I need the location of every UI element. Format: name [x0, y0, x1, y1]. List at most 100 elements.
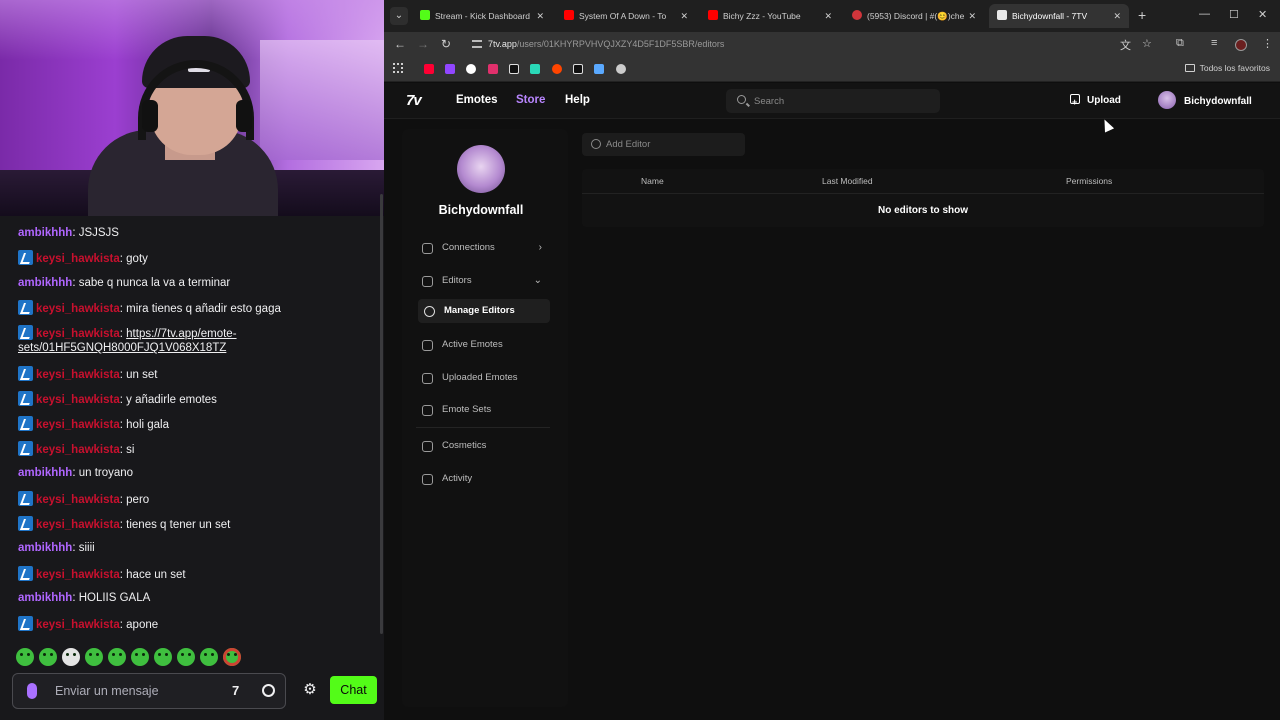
all-bookmarks-folder[interactable]: Todos los favoritos: [1184, 63, 1270, 73]
nav-store[interactable]: Store: [516, 94, 545, 106]
minimize-icon[interactable]: —: [1199, 8, 1210, 20]
emoji-icon[interactable]: [262, 684, 275, 697]
browser-tab[interactable]: Stream - Kick Dashboard ✕: [412, 4, 552, 28]
close-icon[interactable]: ✕: [536, 4, 544, 28]
chat-link[interactable]: https://7tv.app/emote-: [126, 328, 236, 340]
sidebar-divider: [416, 427, 550, 428]
emote-icon[interactable]: [223, 648, 241, 666]
chat-scrollbar[interactable]: [380, 194, 383, 634]
tab-search-chevron-icon[interactable]: ⌄: [390, 7, 408, 25]
emote-icon[interactable]: [108, 648, 126, 666]
seventv-emote-menu-icon[interactable]: 7: [232, 683, 239, 698]
emote-icon[interactable]: [16, 648, 34, 666]
seventv-page: 7v Emotes Store Help Upload Bichydownfal…: [384, 83, 1280, 720]
bookmark-instagram-icon[interactable]: [488, 64, 498, 74]
nav-help[interactable]: Help: [565, 94, 590, 106]
chat-link[interactable]: sets/01HF5GNQH8000FJQ1V068X18TZ: [18, 342, 226, 354]
search-icon: [737, 95, 746, 104]
bookmark-google-icon[interactable]: [466, 64, 476, 74]
search-input[interactable]: [754, 93, 934, 109]
folder-icon: [1184, 64, 1195, 72]
bookmark-site-icon[interactable]: [530, 64, 540, 74]
media-controls-icon[interactable]: ≡: [1211, 37, 1217, 49]
browser-tab[interactable]: Bichy Zzz - YouTube ✕: [700, 4, 840, 28]
activity-icon: [422, 474, 433, 485]
address-bar[interactable]: 7tv.app/users/01KHYRPVHVQJXZY4D5F1DF5SBR…: [466, 34, 1156, 54]
close-icon[interactable]: ✕: [968, 4, 976, 28]
sidebar-item-activity[interactable]: Activity: [416, 467, 550, 491]
emote-icon[interactable]: [131, 648, 149, 666]
bookmark-youtube-icon[interactable]: [424, 64, 434, 74]
browser-tab[interactable]: (5953) Discord | #(😊)che ✕: [844, 4, 984, 28]
moderator-badge-icon: [18, 391, 33, 406]
kick-favicon-icon: [420, 10, 430, 20]
moderator-badge-icon: [18, 566, 33, 581]
sidebar-item-uploaded-emotes[interactable]: Uploaded Emotes: [416, 366, 550, 390]
close-icon[interactable]: ✕: [824, 4, 832, 28]
user-circle-icon: [422, 276, 433, 287]
column-header-permissions[interactable]: Permissions: [1066, 176, 1112, 186]
search-box[interactable]: [726, 89, 940, 113]
microphone-icon[interactable]: [27, 683, 37, 699]
extensions-icon[interactable]: ⧉: [1176, 37, 1184, 50]
maximize-icon[interactable]: ☐: [1229, 8, 1239, 21]
bookmark-star-icon[interactable]: ☆: [1142, 37, 1152, 50]
bookmark-tiktok-icon[interactable]: [573, 64, 583, 74]
user-menu[interactable]: Bichydownfall: [1158, 91, 1252, 111]
seventv-navbar: 7v Emotes Store Help Upload Bichydownfal…: [384, 83, 1280, 133]
gear-icon[interactable]: ⚙: [302, 682, 318, 698]
nav-emotes[interactable]: Emotes: [456, 94, 498, 106]
site-settings-icon[interactable]: [472, 40, 482, 48]
table-divider: [582, 193, 1264, 194]
sidebar-item-cosmetics[interactable]: Cosmetics: [416, 434, 550, 458]
translate-icon[interactable]: 文: [1120, 37, 1131, 53]
bookmark-twitch-icon[interactable]: [445, 64, 455, 74]
new-tab-icon[interactable]: +: [1138, 8, 1146, 22]
sidebar-item-emote-sets[interactable]: Emote Sets: [416, 398, 550, 422]
reload-icon[interactable]: ↻: [441, 36, 451, 52]
upload-button[interactable]: Upload: [1070, 90, 1121, 113]
sidebar-item-manage-editors[interactable]: Manage Editors: [418, 299, 550, 323]
moderator-badge-icon: [18, 300, 33, 315]
close-icon[interactable]: ✕: [1113, 4, 1121, 28]
add-editor-input[interactable]: [606, 137, 736, 152]
chat-message: keysi_hawkista: goty: [18, 250, 148, 267]
upload-icon: [1070, 91, 1080, 113]
sidebar-item-connections[interactable]: Connections ›: [416, 236, 550, 260]
add-editor-field[interactable]: [582, 133, 745, 156]
emote-icon[interactable]: [200, 648, 218, 666]
profile-avatar-icon[interactable]: [1235, 39, 1247, 51]
menu-icon[interactable]: ⋮: [1262, 37, 1273, 50]
emote-icon[interactable]: [177, 648, 195, 666]
back-icon[interactable]: ←: [394, 36, 406, 52]
youtube-favicon-icon: [708, 10, 718, 20]
moderator-badge-icon: [18, 616, 33, 631]
chat-message: keysi_hawkista: si: [18, 441, 134, 458]
bookmark-site-icon[interactable]: [594, 64, 604, 74]
bookmark-x-icon[interactable]: [509, 64, 519, 74]
sidebar-item-active-emotes[interactable]: Active Emotes: [416, 333, 550, 357]
emote-icon[interactable]: [39, 648, 57, 666]
close-icon[interactable]: ✕: [680, 4, 688, 28]
apps-grid-icon[interactable]: [393, 63, 403, 73]
chat-send-button[interactable]: Chat: [330, 676, 377, 704]
chat-input[interactable]: Enviar un mensaje 7: [12, 673, 286, 709]
youtube-favicon-icon: [564, 10, 574, 20]
moderator-badge-icon: [18, 250, 33, 265]
chat-message: ambikhhh: JSJSJS: [18, 227, 119, 239]
emote-icon[interactable]: [154, 648, 172, 666]
seventv-logo[interactable]: 7v: [406, 92, 422, 109]
bookmark-reddit-icon[interactable]: [552, 64, 562, 74]
close-window-icon[interactable]: ✕: [1258, 8, 1267, 21]
column-header-last-modified[interactable]: Last Modified: [822, 176, 873, 186]
sidebar-item-editors[interactable]: Editors ⌄: [416, 269, 550, 293]
browser-tab[interactable]: System Of A Down - To ✕: [556, 4, 696, 28]
browser-tab-active[interactable]: Bichydownfall - 7TV ✕: [989, 4, 1129, 28]
moderator-badge-icon: [18, 366, 33, 381]
emote-icon[interactable]: [85, 648, 103, 666]
emote-icon[interactable]: [62, 648, 80, 666]
forward-icon[interactable]: →: [417, 36, 429, 52]
bookmark-openai-icon[interactable]: [616, 64, 626, 74]
moderator-badge-icon: [18, 325, 33, 340]
column-header-name[interactable]: Name: [641, 176, 664, 186]
